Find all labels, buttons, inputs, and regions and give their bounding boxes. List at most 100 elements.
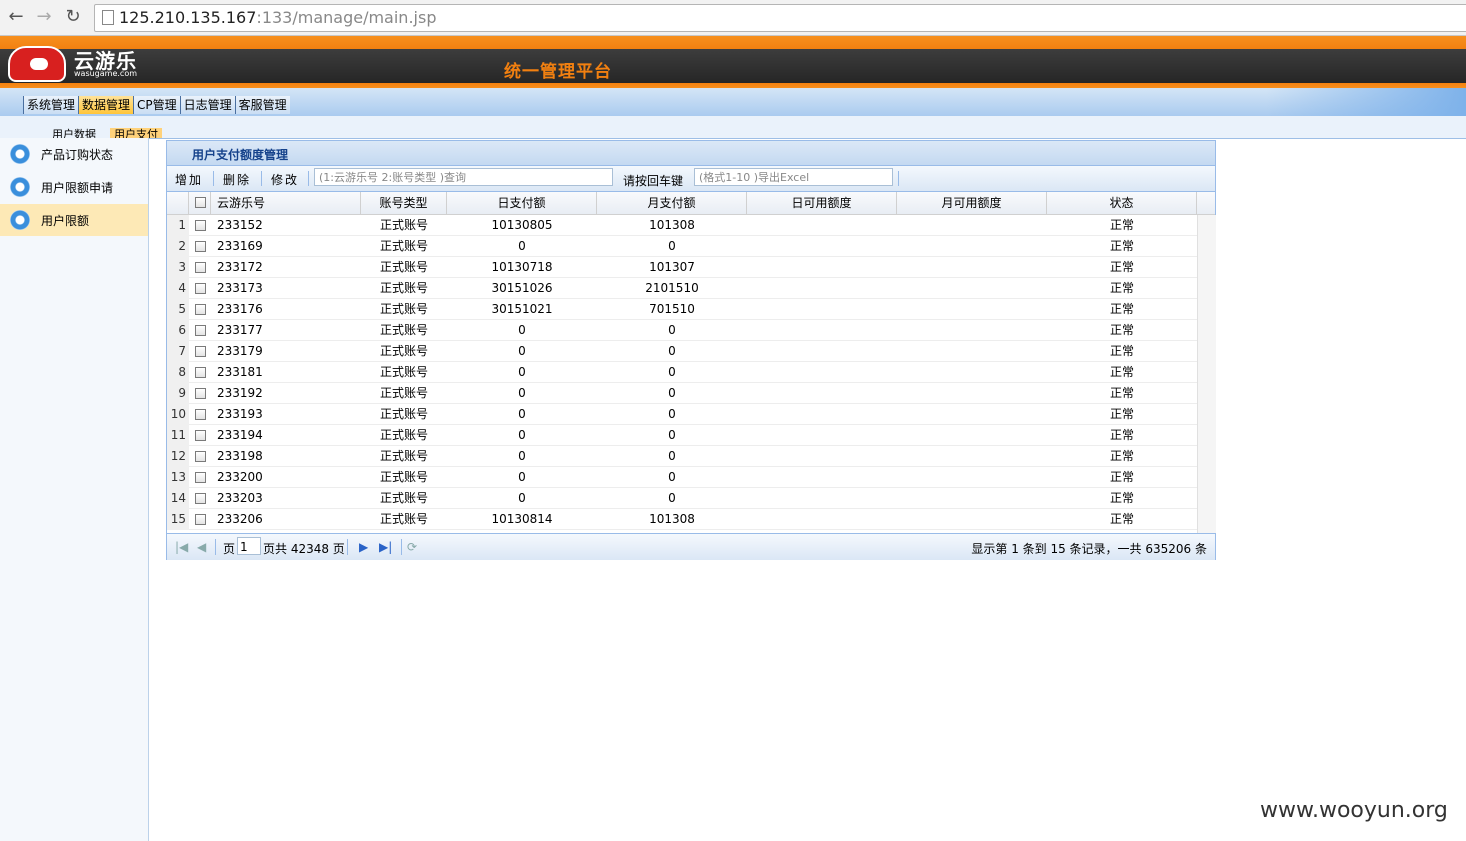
table-row[interactable]: 10 233193 正式账号 0 0 正常 [167,404,1197,425]
row-number: 3 [167,257,189,278]
row-number: 15 [167,509,189,530]
sidebar-item-limit-request[interactable]: 用户限额申请 [0,171,148,203]
address-bar[interactable]: 125.210.135.167:133/manage/main.jsp [94,4,1466,32]
row-checkbox[interactable] [195,220,206,231]
column-header-status[interactable]: 状态 [1047,192,1197,214]
row-checkbox[interactable] [195,346,206,357]
search-input[interactable]: (1:云游乐号 2:账号类型 )查询 [314,168,613,186]
row-checkbox[interactable] [195,367,206,378]
row-checkbox[interactable] [195,241,206,252]
row-checkbox[interactable] [195,283,206,294]
cell-id: 233181 [217,365,263,379]
cell-monthly-available [897,488,1047,509]
cell-monthly-pay: 0 [668,365,676,379]
table-row[interactable]: 12 233198 正式账号 0 0 正常 [167,446,1197,467]
cell-monthly-available [897,404,1047,425]
back-arrow-icon[interactable]: ← [6,6,26,28]
cell-monthly-pay: 101307 [649,260,695,274]
add-button[interactable]: 增加 [175,171,203,188]
menu-item-data[interactable]: 数据管理 [78,96,134,114]
menu-item-log[interactable]: 日志管理 [179,96,235,114]
cell-daily-available [747,404,897,425]
menu-item-system[interactable]: 系统管理 [23,96,79,114]
row-checkbox[interactable] [195,388,206,399]
table-row[interactable]: 9 233192 正式账号 0 0 正常 [167,383,1197,404]
table-row[interactable]: 6 233177 正式账号 0 0 正常 [167,320,1197,341]
column-header-daily-pay[interactable]: 日支付额 [447,192,597,214]
grid-body: 1 233152 正式账号 10130805 101308 正常 2 233169 正式账号 0 0… [167,215,1215,533]
row-checkbox[interactable] [195,262,206,273]
prev-page-icon[interactable]: ◀ [197,540,206,554]
cell-monthly-available [897,362,1047,383]
table-row[interactable]: 4 233173 正式账号 30151026 2101510 正常 [167,278,1197,299]
table-row[interactable]: 2 233169 正式账号 0 0 正常 [167,236,1197,257]
next-page-icon[interactable]: ▶ [359,540,368,554]
row-checkbox[interactable] [195,409,206,420]
sidebar-item-label: 用户限额 [41,214,90,228]
cell-monthly-pay: 0 [668,449,676,463]
cell-daily-pay: 0 [518,407,526,421]
row-number: 7 [167,341,189,362]
row-checkbox[interactable] [195,493,206,504]
cell-daily-pay: 30151026 [491,281,553,295]
reload-icon[interactable]: ↻ [63,6,83,28]
cell-daily-available [747,362,897,383]
panel-title: 用户支付额度管理 [192,148,289,162]
column-header-daily-available[interactable]: 日可用额度 [747,192,897,214]
grid-scrollbar[interactable] [1197,215,1216,533]
logo-subtext: wasugame.com [74,69,138,78]
cell-type: 正式账号 [379,365,428,379]
cell-monthly-available [897,236,1047,257]
table-row[interactable]: 5 233176 正式账号 30151021 701510 正常 [167,299,1197,320]
last-page-icon[interactable]: ▶| [379,540,392,554]
table-row[interactable]: 7 233179 正式账号 0 0 正常 [167,341,1197,362]
cell-status: 正常 [1109,365,1134,379]
table-row[interactable]: 14 233203 正式账号 0 0 正常 [167,488,1197,509]
table-row[interactable]: 15 233206 正式账号 10130814 101308 正常 [167,509,1197,530]
column-header-monthly-available[interactable]: 月可用额度 [897,192,1047,214]
cell-daily-pay: 0 [518,470,526,484]
column-header-monthly-pay[interactable]: 月支付额 [597,192,747,214]
edit-button[interactable]: 修改 [271,171,299,188]
table-row[interactable]: 3 233172 正式账号 10130718 101307 正常 [167,257,1197,278]
first-page-icon[interactable]: |◀ [175,540,188,554]
menu-item-cp[interactable]: CP管理 [133,96,180,114]
forward-arrow-icon[interactable]: → [34,6,54,28]
cell-type: 正式账号 [379,302,428,316]
cell-status: 正常 [1109,260,1134,274]
cell-id: 233203 [217,491,263,505]
row-number: 10 [167,404,189,425]
cell-status: 正常 [1109,470,1134,484]
row-checkbox[interactable] [195,472,206,483]
row-number: 4 [167,278,189,299]
row-checkbox[interactable] [195,514,206,525]
panel-title-bar: 用户支付额度管理 [167,141,1215,166]
cell-daily-available [747,383,897,404]
row-checkbox[interactable] [195,430,206,441]
cell-daily-pay: 0 [518,323,526,337]
sidebar-item-user-limit[interactable]: 用户限额 [0,204,148,236]
sidebar: 产品订购状态 用户限额申请 用户限额 [0,138,149,841]
table-row[interactable]: 1 233152 正式账号 10130805 101308 正常 [167,215,1197,236]
cell-type: 正式账号 [379,428,428,442]
row-checkbox[interactable] [195,451,206,462]
app-header [0,36,1466,88]
row-checkbox[interactable] [195,325,206,336]
column-header-type[interactable]: 账号类型 [361,192,447,214]
table-row[interactable]: 11 233194 正式账号 0 0 正常 [167,425,1197,446]
sidebar-item-order-status[interactable]: 产品订购状态 [0,138,148,170]
page-icon [102,10,114,25]
refresh-icon[interactable]: ⟳ [407,540,417,554]
cell-monthly-available [897,299,1047,320]
cell-daily-available [747,278,897,299]
page-number-input[interactable]: 1 [237,537,261,555]
table-row[interactable]: 8 233181 正式账号 0 0 正常 [167,362,1197,383]
table-row[interactable]: 13 233200 正式账号 0 0 正常 [167,467,1197,488]
cell-daily-pay: 0 [518,386,526,400]
export-input[interactable]: (格式1-10 )导出Excel [694,168,893,186]
column-header-id[interactable]: 云游乐号 [211,192,361,214]
select-all-checkbox[interactable] [195,197,206,208]
delete-button[interactable]: 删除 [223,171,251,188]
menu-item-service[interactable]: 客服管理 [234,96,290,114]
row-checkbox[interactable] [195,304,206,315]
